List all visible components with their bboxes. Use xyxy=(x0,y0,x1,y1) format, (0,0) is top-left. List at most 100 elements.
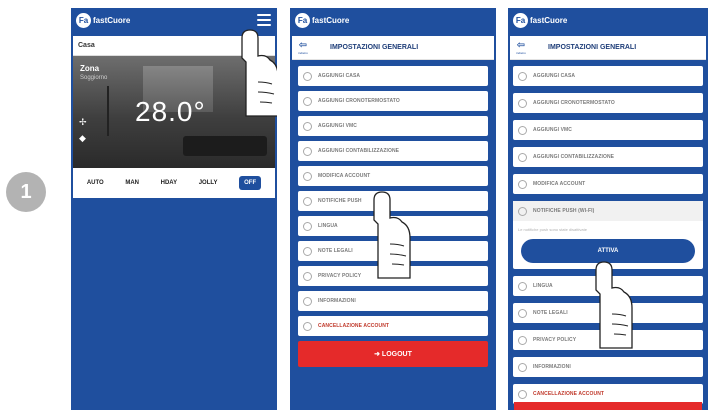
settings-item-aggiungi-vmc[interactable]: AGGIUNGI VMC xyxy=(513,120,703,140)
logout-button-partial[interactable] xyxy=(514,402,702,410)
radio-icon xyxy=(518,71,527,81)
settings-item-modifica-account[interactable]: MODIFICA ACCOUNT xyxy=(298,166,488,186)
radio-icon xyxy=(518,206,527,216)
radio-icon xyxy=(303,171,312,181)
back-button[interactable]: ⇦ indietro xyxy=(292,37,314,59)
radio-icon xyxy=(518,98,527,108)
settings-item-cancellazione-account[interactable]: CANCELLAZIONE ACCOUNT xyxy=(513,384,703,404)
step-number-badge: 1 xyxy=(6,172,46,212)
settings-item-label: AGGIUNGI CRONOTERMOSTATO xyxy=(533,100,615,106)
logout-button[interactable]: ➜ LOGOUT xyxy=(298,341,488,367)
radio-icon xyxy=(518,362,527,372)
tap-hand-icon xyxy=(373,191,411,279)
push-status-note: Le notifiche push sono state disattivate xyxy=(518,227,587,232)
radio-icon xyxy=(303,146,312,156)
settings-header: ⇦ indietro IMPOSTAZIONI GENERALI xyxy=(510,36,706,60)
logout-icon: ➜ xyxy=(374,351,382,358)
radio-icon xyxy=(518,179,527,189)
flame-icon[interactable]: ◆ xyxy=(79,134,86,144)
radio-icon xyxy=(518,335,527,345)
radio-icon xyxy=(303,271,312,281)
logo-mark: Fa xyxy=(295,13,310,28)
settings-item-aggiungi-cronotermostato[interactable]: AGGIUNGI CRONOTERMOSTATO xyxy=(513,93,703,113)
settings-item-label: AGGIUNGI CONTABILIZZAZIONE xyxy=(318,148,400,154)
radio-icon xyxy=(518,389,527,399)
mode-selector: AUTO MAN HDAY JOLLY OFF xyxy=(73,168,275,198)
settings-item-informazioni[interactable]: INFORMAZIONI xyxy=(298,291,488,311)
settings-list: AGGIUNGI CASA AGGIUNGI CRONOTERMOSTATO A… xyxy=(508,60,708,404)
logo-text: fastCuore xyxy=(530,16,568,25)
room-subtitle: Soggiorno xyxy=(80,75,108,81)
room-sofa-image xyxy=(183,136,267,156)
settings-item-label: AGGIUNGI VMC xyxy=(533,127,572,133)
push-notifications-label: NOTIFICHE PUSH (WI-FI) xyxy=(533,208,595,214)
settings-item-aggiungi-contabilizzazione[interactable]: AGGIUNGI CONTABILIZZAZIONE xyxy=(513,147,703,167)
settings-item-label: AGGIUNGI CRONOTERMOSTATO xyxy=(318,98,400,104)
mode-jolly-button[interactable]: JOLLY xyxy=(199,180,218,186)
settings-item-label: MODIFICA ACCOUNT xyxy=(533,181,586,187)
back-arrow-icon: ⇦ xyxy=(298,39,308,51)
settings-item-label: CANCELLAZIONE ACCOUNT xyxy=(533,391,605,397)
push-notifications-header[interactable]: NOTIFICHE PUSH (WI-FI) xyxy=(513,201,703,221)
settings-item-label: NOTE LEGALI xyxy=(533,310,568,316)
logo-mark: Fa xyxy=(513,13,528,28)
radio-icon xyxy=(303,96,312,106)
radio-icon xyxy=(303,296,312,306)
settings-item-aggiungi-vmc[interactable]: AGGIUNGI VMC xyxy=(298,116,488,136)
logo-text: fastCuore xyxy=(93,16,131,25)
radio-icon xyxy=(303,321,312,331)
phone-screen-home: Fa fastCuore Casa Zona Soggiorno 28.0° ✢… xyxy=(71,8,277,410)
tap-hand-icon xyxy=(241,29,277,117)
logo-text: fastCuore xyxy=(312,16,350,25)
app-logo: Fa fastCuore xyxy=(513,13,567,28)
page-title: IMPOSTAZIONI GENERALI xyxy=(548,44,637,51)
settings-item-label: INFORMAZIONI xyxy=(533,364,571,370)
radio-icon xyxy=(518,281,527,291)
mode-hday-button[interactable]: HDAY xyxy=(161,180,177,186)
settings-item-informazioni[interactable]: INFORMAZIONI xyxy=(513,357,703,377)
back-button[interactable]: ⇦ indietro xyxy=(510,37,532,59)
settings-item-label: AGGIUNGI CASA xyxy=(533,73,576,79)
room-lamp-image xyxy=(107,86,109,136)
settings-header: ⇦ indietro IMPOSTAZIONI GENERALI xyxy=(292,36,494,60)
logout-label: LOGOUT xyxy=(381,350,412,358)
settings-item-label: AGGIUNGI VMC xyxy=(318,123,357,129)
phone-screen-settings: Fa fastCuore ⇦ indietro IMPOSTAZIONI GEN… xyxy=(290,8,496,410)
fan-icon[interactable]: ✢ xyxy=(79,118,87,128)
radio-icon xyxy=(303,221,312,231)
settings-item-label: PRIVACY POLICY xyxy=(533,337,577,343)
settings-item-aggiungi-casa[interactable]: AGGIUNGI CASA xyxy=(298,66,488,86)
settings-item-aggiungi-contabilizzazione[interactable]: AGGIUNGI CONTABILIZZAZIONE xyxy=(298,141,488,161)
settings-item-label: CANCELLAZIONE ACCOUNT xyxy=(318,323,390,329)
settings-item-modifica-account[interactable]: MODIFICA ACCOUNT xyxy=(513,174,703,194)
page-title: IMPOSTAZIONI GENERALI xyxy=(330,44,419,51)
app-header: Fa fastCuore xyxy=(508,8,708,34)
settings-item-label: NOTE LEGALI xyxy=(318,248,353,254)
app-header: Fa fastCuore xyxy=(290,8,496,34)
settings-item-aggiungi-casa[interactable]: AGGIUNGI CASA xyxy=(513,66,703,86)
tap-hand-icon xyxy=(595,261,633,349)
back-arrow-icon: ⇦ xyxy=(516,39,526,51)
app-logo: Fa fastCuore xyxy=(76,13,130,28)
radio-icon xyxy=(518,308,527,318)
settings-item-label: AGGIUNGI CONTABILIZZAZIONE xyxy=(533,154,615,160)
settings-item-aggiungi-cronotermostato[interactable]: AGGIUNGI CRONOTERMOSTATO xyxy=(298,91,488,111)
radio-icon xyxy=(303,196,312,206)
radio-icon xyxy=(303,121,312,131)
settings-item-label: LINGUA xyxy=(533,283,553,289)
logo-mark: Fa xyxy=(76,13,91,28)
settings-item-label: PRIVACY POLICY xyxy=(318,273,362,279)
temperature-reading: 28.0° xyxy=(135,96,206,127)
radio-icon xyxy=(303,246,312,256)
mode-auto-button[interactable]: AUTO xyxy=(87,180,104,186)
radio-icon xyxy=(518,152,527,162)
room-name: Zona xyxy=(80,64,100,73)
mode-off-button[interactable]: OFF xyxy=(239,176,262,190)
mode-man-button[interactable]: MAN xyxy=(125,180,139,186)
settings-item-cancellazione-account[interactable]: CANCELLAZIONE ACCOUNT xyxy=(298,316,488,336)
settings-item-label: INFORMAZIONI xyxy=(318,298,356,304)
back-label: indietro xyxy=(516,50,526,55)
radio-icon xyxy=(518,125,527,135)
back-label: indietro xyxy=(298,50,308,55)
settings-item-label: MODIFICA ACCOUNT xyxy=(318,173,371,179)
